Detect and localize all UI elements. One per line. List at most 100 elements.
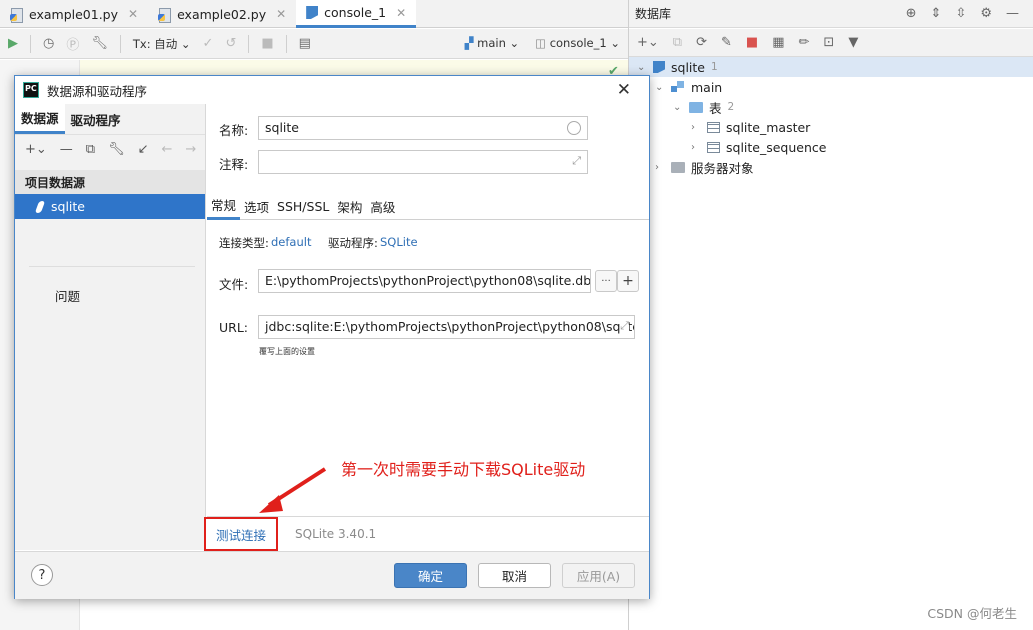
- close-icon[interactable]: ✕: [128, 7, 138, 21]
- browse-button[interactable]: ···: [595, 270, 617, 292]
- tree-item-table[interactable]: › sqlite_master: [691, 117, 810, 137]
- expand-icon[interactable]: ⤢: [572, 154, 581, 168]
- file-field[interactable]: E:\pythomProjects\pythonProject\python08…: [258, 269, 591, 293]
- tree-count: 2: [727, 101, 735, 113]
- locate-icon[interactable]: ⊕: [906, 6, 917, 21]
- comment-field[interactable]: ⤢: [258, 150, 588, 174]
- filter-icon[interactable]: ▼: [848, 35, 858, 50]
- console-dropdown[interactable]: ◫ console_1 ⌄: [535, 36, 620, 50]
- stop-icon[interactable]: ■: [261, 36, 273, 51]
- problems-item[interactable]: 问题: [55, 286, 80, 305]
- divider: [29, 266, 195, 267]
- stop-icon[interactable]: ■: [746, 35, 758, 50]
- schema-label: main: [477, 36, 506, 50]
- tree-item-main[interactable]: ⌄ main: [655, 77, 722, 97]
- dialog-titlebar[interactable]: PC 数据源和驱动程序 ✕: [15, 76, 649, 104]
- tx-label: Tx: 自动: [132, 36, 178, 51]
- close-icon[interactable]: ✕: [396, 6, 406, 20]
- tab-schemas[interactable]: 架构: [333, 192, 366, 220]
- tab-general[interactable]: 常规: [207, 192, 241, 220]
- driver-label: 驱动程序:: [328, 236, 378, 250]
- parameters-icon[interactable]: Ⓟ: [66, 34, 79, 53]
- add-icon[interactable]: +⌄: [637, 35, 659, 50]
- project-datasources-group: 项目数据源: [15, 170, 205, 194]
- console-toolbar: ▶ ◷ Ⓟ 🔧︎ Tx: 自动 ⌄ ✓ ↺ ■ ▤ ▞ main ⌄ ◫ con…: [0, 29, 628, 59]
- wrench-icon[interactable]: 🔧︎: [91, 36, 108, 51]
- chevron-down-icon[interactable]: ⌄: [655, 82, 665, 93]
- divider: [248, 34, 250, 53]
- commit-icon[interactable]: ✓: [203, 36, 214, 51]
- run-icon[interactable]: ▶: [8, 36, 18, 51]
- forward-icon[interactable]: →: [185, 142, 196, 157]
- close-icon[interactable]: ✕: [617, 80, 631, 100]
- edit-icon[interactable]: ✏: [799, 35, 810, 50]
- rollback-icon[interactable]: ↺: [225, 36, 236, 51]
- collapse-all-icon[interactable]: ⇳: [955, 6, 966, 21]
- name-field[interactable]: sqlite: [258, 116, 588, 140]
- tab-console[interactable]: console_1 ✕: [296, 0, 417, 28]
- chevron-right-icon[interactable]: ›: [691, 142, 701, 153]
- tab-label: console_1: [324, 5, 387, 20]
- expand-all-icon[interactable]: ⇕: [931, 6, 942, 21]
- python-file-icon: [158, 7, 172, 23]
- connection-type-link[interactable]: default: [271, 235, 311, 249]
- panel-title: 数据库: [635, 7, 672, 21]
- chevron-down-icon[interactable]: ⌄: [673, 102, 683, 113]
- url-value: jdbc:sqlite:E:\pythomProjects\pythonProj…: [265, 319, 635, 334]
- import-icon[interactable]: ↙: [138, 142, 149, 157]
- add-file-button[interactable]: +: [617, 270, 639, 292]
- history-icon[interactable]: ◷: [43, 36, 54, 51]
- tree-item-tables[interactable]: ⌄ 表 2: [673, 97, 734, 117]
- datasource-item-sqlite[interactable]: sqlite: [15, 194, 205, 219]
- datasource-list-pane: 数据源 驱动程序 +⌄ — ⧉ 🔧︎ ↙ ← → 项目数据源 sqlite 问题: [15, 104, 206, 550]
- tab-ssh-ssl[interactable]: SSH/SSL: [273, 192, 333, 220]
- chevron-right-icon[interactable]: ›: [691, 122, 701, 133]
- minimize-icon[interactable]: —: [1006, 6, 1019, 21]
- url-field[interactable]: jdbc:sqlite:E:\pythomProjects\pythonProj…: [258, 315, 635, 339]
- tree-item-table[interactable]: › sqlite_sequence: [691, 137, 826, 157]
- color-circle-icon[interactable]: [567, 121, 581, 135]
- comment-label: 注释:: [219, 157, 249, 172]
- help-button[interactable]: ?: [31, 564, 53, 586]
- tab-options[interactable]: 选项: [240, 192, 273, 220]
- transaction-mode-dropdown[interactable]: Tx: 自动 ⌄: [133, 36, 191, 52]
- editor-tab-bar: example01.py ✕ example02.py ✕ console_1 …: [0, 0, 628, 28]
- tab-datasources[interactable]: 数据源: [15, 104, 65, 134]
- remove-icon[interactable]: —: [60, 142, 73, 157]
- tree-label: sqlite_master: [726, 119, 811, 135]
- divider: [285, 34, 287, 53]
- gear-icon[interactable]: ⚙: [980, 6, 992, 21]
- tree-item-sqlite[interactable]: ⌄ sqlite 1: [629, 57, 1033, 77]
- settings-tabs: 常规 选项 SSH/SSL 架构 高级: [207, 192, 649, 220]
- driver-link[interactable]: SQLite: [380, 235, 418, 249]
- tree-item-server-objects[interactable]: › 服务器对象: [655, 157, 754, 177]
- cancel-button[interactable]: 取消: [478, 563, 551, 588]
- close-icon[interactable]: ✕: [276, 7, 286, 21]
- left-tabs: 数据源 驱动程序: [15, 104, 205, 134]
- edit-properties-icon[interactable]: ✎: [721, 35, 732, 50]
- tab-example01[interactable]: example01.py ✕: [0, 0, 148, 28]
- chevron-down-icon[interactable]: ⌄: [637, 62, 647, 73]
- table-icon[interactable]: ▤: [299, 36, 311, 51]
- tab-drivers[interactable]: 驱动程序: [65, 104, 127, 134]
- test-connection-link[interactable]: 测试连接: [204, 517, 278, 551]
- datasource-icon: [653, 61, 665, 73]
- add-icon[interactable]: +⌄: [25, 142, 47, 157]
- divider: [30, 34, 31, 53]
- chevron-right-icon[interactable]: ›: [655, 162, 665, 173]
- ok-button[interactable]: 确定: [394, 563, 467, 588]
- schema-dropdown[interactable]: ▞ main ⌄: [465, 36, 520, 50]
- back-icon[interactable]: ←: [162, 142, 173, 157]
- table-icon[interactable]: ▦: [772, 35, 784, 50]
- schema-icon: ▞: [464, 36, 474, 50]
- wrench-icon[interactable]: 🔧︎: [108, 142, 125, 157]
- duplicate-icon[interactable]: ⧉: [86, 142, 95, 157]
- tab-advanced[interactable]: 高级: [366, 192, 399, 220]
- database-toolbar: +⌄ ⧉ ⟳ ✎ ■ ▦ ✏ ⊡ ▼: [629, 29, 1033, 57]
- copy-icon[interactable]: ⧉: [673, 35, 682, 50]
- tab-example02[interactable]: example02.py ✕: [148, 0, 296, 28]
- apply-button[interactable]: 应用(A): [562, 563, 635, 588]
- query-console-icon[interactable]: ⊡: [823, 35, 834, 50]
- expand-icon[interactable]: ⤢: [620, 319, 629, 333]
- refresh-icon[interactable]: ⟳: [696, 35, 707, 50]
